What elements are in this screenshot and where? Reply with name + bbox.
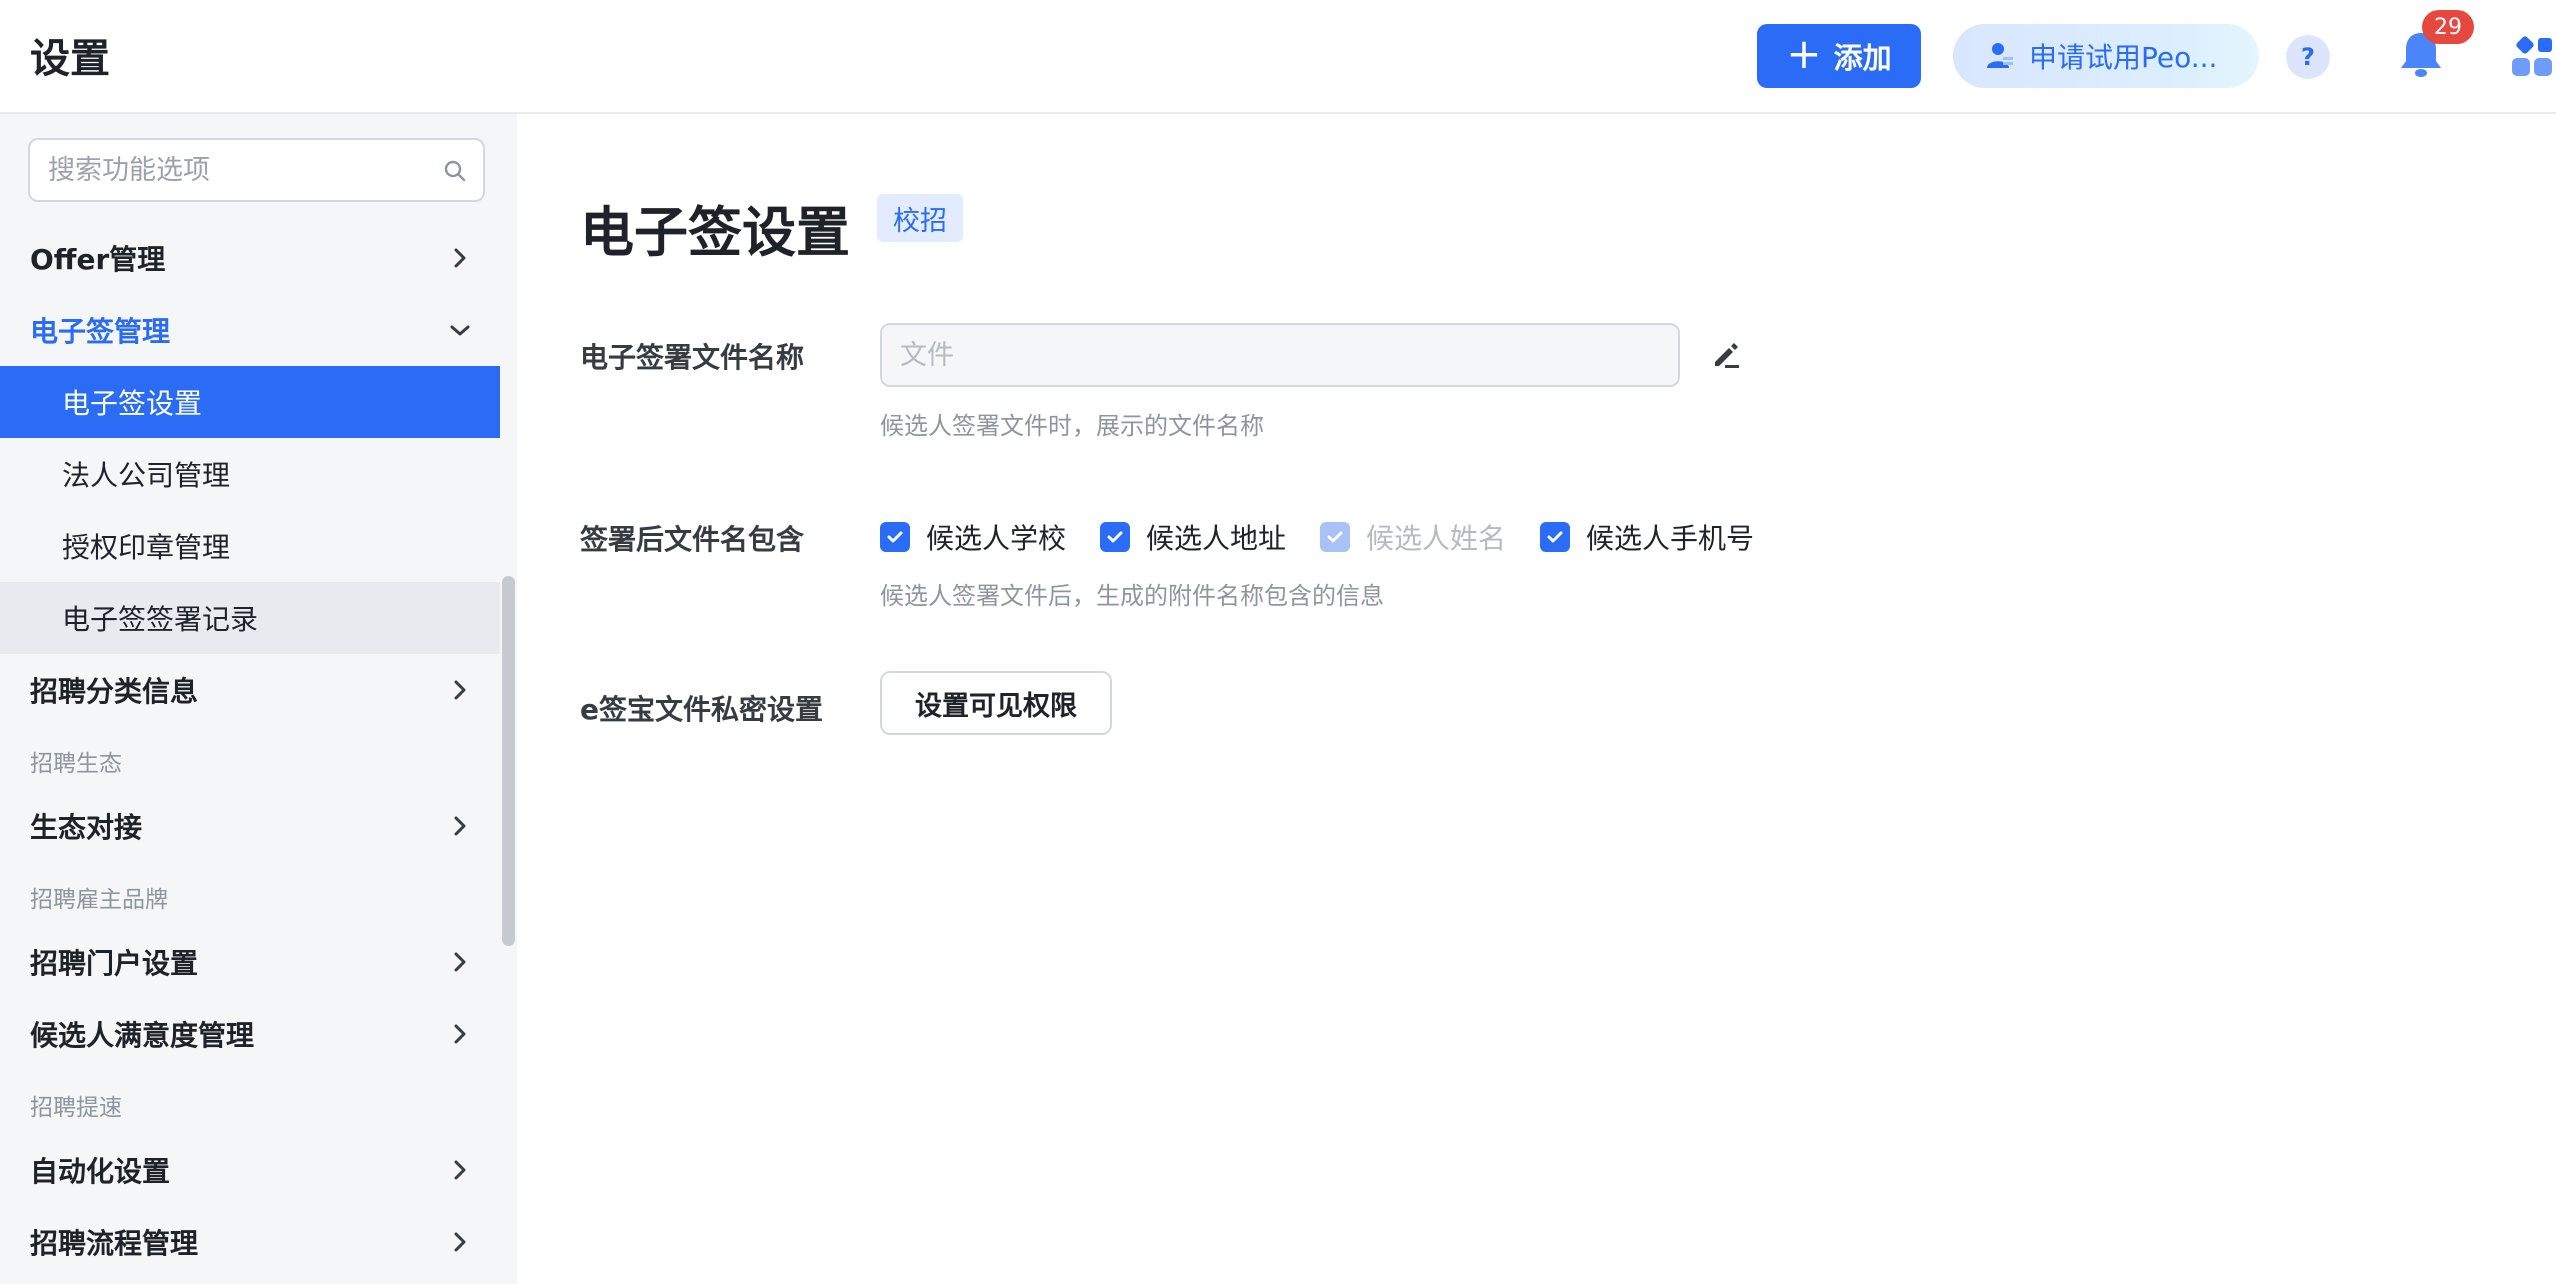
sidebar-item-label: 自动化设置	[30, 1155, 171, 1188]
sidebar-group-label: 招聘提速	[30, 1095, 122, 1121]
checkbox-label: 候选人学校	[926, 522, 1067, 555]
sidebar-item-label: 招聘流程管理	[30, 1227, 199, 1260]
sidebar-item-label: 招聘分类信息	[30, 675, 199, 708]
sidebar-item-esign[interactable]: 电子签管理	[0, 294, 500, 366]
page-title: 电子签设置	[580, 201, 850, 264]
check-icon	[1100, 522, 1130, 552]
file-name-label: 电子签署文件名称	[580, 341, 805, 374]
checkbox-label: 候选人姓名	[1366, 522, 1507, 555]
sidebar-item-offer[interactable]: Offer管理	[0, 222, 500, 294]
search-input[interactable]	[48, 154, 438, 186]
chevron-right-icon	[454, 952, 466, 972]
check-icon	[880, 522, 910, 552]
sidebar-group-label: 招聘生态	[30, 751, 122, 777]
request-trial-label: 申请试用Peo...	[2029, 41, 2218, 74]
plus-icon: +	[1786, 29, 1822, 78]
sidebar-item-esign-settings[interactable]: 电子签设置	[0, 366, 500, 438]
sidebar-item-label: 候选人满意度管理	[30, 1019, 255, 1052]
sidebar-item-portal[interactable]: 招聘门户设置	[0, 926, 500, 998]
checkbox-phone[interactable]: 候选人手机号	[1540, 519, 1754, 555]
page-header-title: 设置	[30, 36, 110, 82]
chevron-right-icon	[454, 816, 466, 836]
request-trial-button[interactable]: 申请试用Peo...	[1953, 24, 2259, 88]
sidebar-item-label: 生态对接	[30, 811, 143, 844]
main-content: 电子签设置 校招 电子签署文件名称 候选人签署文件时，展示的文件名称 签署后文件…	[517, 114, 2556, 1284]
sidebar-item-label: Offer管理	[30, 243, 166, 276]
check-icon	[1320, 522, 1350, 552]
sidebar-item-process[interactable]: 招聘流程管理	[0, 1206, 500, 1278]
sidebar-item-automation[interactable]: 自动化设置	[0, 1134, 500, 1206]
campus-tag: 校招	[877, 194, 963, 242]
sidebar-item-label: 电子签签署记录	[62, 603, 259, 636]
top-bar: 设置 + 添加 申请试用Peo... ? 29	[0, 0, 2556, 114]
sidebar-item-seal[interactable]: 授权印章管理	[0, 510, 500, 582]
sidebar-item-category[interactable]: 招聘分类信息	[0, 654, 500, 726]
sidebar-item-sign-records[interactable]: 电子签签署记录	[0, 582, 500, 654]
sidebar: Offer管理 电子签管理 电子签设置 法人公司管理 授权印章管理 电子签签署记…	[0, 114, 517, 1284]
chevron-right-icon	[454, 1232, 466, 1252]
privacy-label: e签宝文件私密设置	[580, 693, 823, 726]
chevron-right-icon	[454, 680, 466, 700]
sidebar-scrollbar[interactable]	[502, 576, 515, 946]
sidebar-item-label: 授权印章管理	[62, 531, 231, 564]
add-button[interactable]: + 添加	[1757, 24, 1921, 88]
sidebar-item-label: 电子签管理	[30, 315, 171, 348]
sidebar-item-label: 招聘门户设置	[30, 947, 199, 980]
checkbox-label: 候选人手机号	[1586, 522, 1755, 555]
search-icon[interactable]	[443, 159, 467, 183]
chevron-right-icon	[454, 1024, 466, 1044]
chevron-right-icon	[454, 1160, 466, 1180]
sidebar-group-label: 招聘雇主品牌	[30, 887, 168, 913]
set-visibility-button[interactable]: 设置可见权限	[880, 671, 1112, 735]
include-label: 签署后文件名包含	[580, 523, 805, 556]
edit-icon[interactable]	[1709, 338, 1743, 372]
sidebar-item-ecosystem[interactable]: 生态对接	[0, 790, 500, 862]
file-name-hint: 候选人签署文件时，展示的文件名称	[880, 412, 1264, 440]
checkbox-label: 候选人地址	[1146, 522, 1287, 555]
file-name-input[interactable]	[880, 323, 1680, 387]
sidebar-item-label: 电子签设置	[62, 387, 203, 420]
chevron-right-icon	[454, 248, 466, 268]
notification-badge: 29	[2422, 10, 2474, 44]
sidebar-item-legal-company[interactable]: 法人公司管理	[0, 438, 500, 510]
checkbox-name: 候选人姓名	[1320, 519, 1506, 555]
checkbox-address[interactable]: 候选人地址	[1100, 519, 1286, 555]
check-icon	[1540, 522, 1570, 552]
sidebar-item-satisfaction[interactable]: 候选人满意度管理	[0, 998, 500, 1070]
chevron-down-icon	[450, 325, 470, 336]
user-icon	[1987, 43, 2013, 68]
sidebar-item-label: 法人公司管理	[62, 459, 231, 492]
search-box	[28, 138, 485, 202]
checkbox-school[interactable]: 候选人学校	[880, 519, 1066, 555]
help-icon[interactable]: ?	[2286, 35, 2330, 79]
include-hint: 候选人签署文件后，生成的附件名称包含的信息	[880, 582, 1384, 610]
add-button-label: 添加	[1833, 41, 1892, 75]
apps-icon[interactable]	[2510, 34, 2556, 80]
